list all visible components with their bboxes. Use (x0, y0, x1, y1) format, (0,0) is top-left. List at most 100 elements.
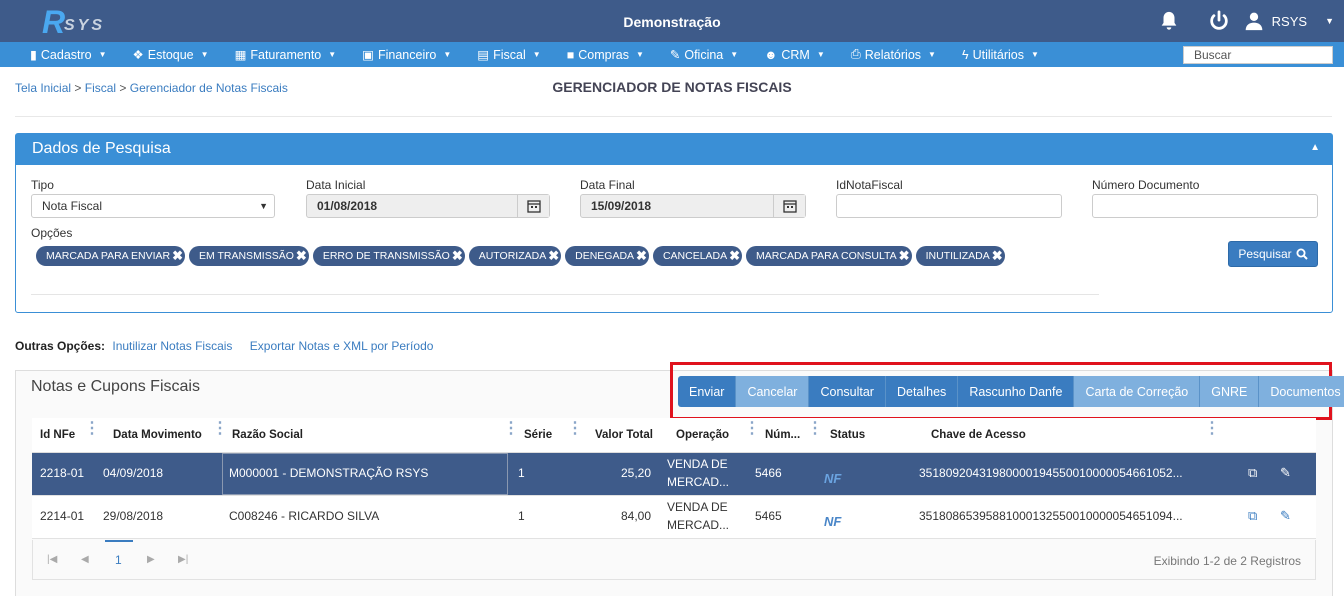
bell-icon[interactable] (1158, 10, 1180, 32)
outras-opcoes: Outras Opções: Inutilizar Notas Fiscais … (15, 339, 434, 353)
first-page-icon[interactable]: |◀ (47, 554, 57, 565)
nav-cadastro[interactable]: ▮ Cadastro ▼ (30, 47, 107, 63)
detalhes-button[interactable]: Detalhes (885, 376, 959, 407)
remove-tag-icon[interactable]: ✖ (296, 248, 307, 264)
nav-estoque[interactable]: ❖ Estoque ▼ (133, 47, 209, 63)
select-caret-icon: ▼ (259, 201, 268, 211)
col-razao-social[interactable]: Razão Social (232, 429, 303, 441)
col-valor-total[interactable]: Valor Total (595, 429, 653, 441)
column-menu-icon[interactable]: ⋮ (744, 421, 760, 437)
remove-tag-icon[interactable]: ✖ (636, 248, 647, 264)
copy-icon[interactable]: ⧉ (1248, 508, 1257, 524)
table-row[interactable]: 2218-01 04/09/2018 M000001 - DEMONSTRAÇÃ… (32, 453, 1316, 496)
table-header: Id NFe ⋮ Data Movimento ⋮ Razão Social ⋮… (32, 418, 1316, 453)
inutilizar-link[interactable]: Inutilizar Notas Fiscais (112, 339, 232, 353)
id-nota-label: IdNotaFiscal (836, 178, 903, 192)
column-menu-icon[interactable]: ⋮ (212, 421, 228, 437)
col-serie[interactable]: Série (524, 429, 552, 441)
calendar-icon[interactable] (517, 195, 549, 217)
rascunho-danfe-button[interactable]: Rascunho Danfe (958, 376, 1075, 407)
remove-tag-icon[interactable]: ✖ (172, 248, 183, 264)
column-menu-icon[interactable]: ⋮ (1204, 421, 1220, 437)
nav-crm[interactable]: ☻ CRM ▼ (764, 48, 825, 62)
col-numero[interactable]: Núm... (765, 429, 800, 441)
user-name[interactable]: RSYS (1272, 14, 1307, 29)
carta-correcao-button[interactable]: Carta de Correção (1074, 376, 1201, 407)
id-nota-input[interactable] (836, 194, 1062, 218)
tipo-label: Tipo (31, 178, 54, 192)
nav-fiscal[interactable]: ▤ Fiscal ▼ (477, 47, 540, 63)
chevron-down-icon: ▼ (635, 50, 644, 59)
nav-relatorios[interactable]: ⎙ Relatórios ▼ (851, 47, 936, 62)
consultar-button[interactable]: Consultar (809, 376, 886, 407)
column-menu-icon[interactable]: ⋮ (84, 421, 100, 437)
tag-denegada[interactable]: DENEGADA ✖ (565, 246, 649, 266)
col-status[interactable]: Status (830, 429, 865, 441)
table-row[interactable]: 2214-01 29/08/2018 C008246 - RICARDO SIL… (32, 496, 1316, 539)
pesquisar-button[interactable]: Pesquisar (1228, 241, 1318, 267)
data-inicial-field[interactable]: 01/08/2018 (306, 194, 550, 218)
nav-financeiro[interactable]: ▣ Financeiro ▼ (362, 47, 451, 63)
calendar-icon[interactable] (773, 195, 805, 217)
grid-title: Notas e Cupons Fiscais (31, 378, 200, 395)
col-operacao[interactable]: Operação (676, 429, 729, 441)
chevron-down-icon: ▼ (200, 50, 209, 59)
remove-tag-icon[interactable]: ✖ (899, 248, 910, 264)
users-icon: ☻ (764, 47, 778, 62)
col-chave-acesso[interactable]: Chave de Acesso (931, 429, 1026, 441)
exportar-link[interactable]: Exportar Notas e XML por Período (250, 339, 434, 353)
tag-marcada-consulta[interactable]: MARCADA PARA CONSULTA ✖ (746, 246, 912, 266)
nav-utilitarios[interactable]: ϟ Utilitários ▼ (962, 48, 1039, 62)
column-menu-icon[interactable]: ⋮ (503, 421, 519, 437)
book-icon: ▮ (30, 48, 37, 62)
active-page-indicator (105, 540, 133, 542)
top-bar: R SYS Demonstração RSYS ▼ (0, 0, 1344, 42)
nfe-status-icon: NF (824, 471, 842, 486)
tag-autorizada[interactable]: AUTORIZADA ✖ (468, 246, 562, 266)
tag-em-transmissao[interactable]: EM TRANSMISSÃO ✖ (189, 246, 309, 266)
documentos-button[interactable]: Documentos (1259, 376, 1344, 407)
gnre-button[interactable]: GNRE (1200, 376, 1260, 407)
col-data-movimento[interactable]: Data Movimento (113, 429, 202, 441)
nav-oficina[interactable]: ✎ Oficina ▼ (670, 47, 738, 63)
nav-compras[interactable]: ■ Compras ▼ (567, 48, 644, 62)
tipo-select[interactable]: Nota Fiscal ▼ (31, 194, 275, 218)
next-page-icon[interactable]: ▶ (147, 554, 155, 565)
panel-divider (31, 294, 1099, 295)
status-tags: MARCADA PARA ENVIAR ✖ EM TRANSMISSÃO ✖ ERR… (36, 246, 1005, 266)
numero-doc-input[interactable] (1092, 194, 1318, 218)
page-title: GERENCIADOR DE NOTAS FISCAIS (552, 79, 792, 95)
remove-tag-icon[interactable]: ✖ (992, 248, 1003, 264)
last-page-icon[interactable]: ▶| (178, 554, 188, 565)
search-panel-header[interactable]: Dados de Pesquisa ▲ (16, 134, 1332, 165)
column-menu-icon[interactable]: ⋮ (567, 421, 583, 437)
remove-tag-icon[interactable]: ✖ (548, 248, 559, 264)
page-number[interactable]: 1 (115, 553, 122, 567)
edit-icon[interactable]: ✎ (1280, 508, 1291, 524)
tag-cancelada[interactable]: CANCELADA ✖ (652, 246, 743, 266)
user-icon[interactable] (1244, 11, 1264, 31)
truck-icon: ■ (566, 47, 575, 62)
copy-icon[interactable]: ⧉ (1248, 465, 1257, 481)
column-menu-icon[interactable]: ⋮ (807, 421, 823, 437)
tag-inutilizada[interactable]: INUTILIZADA ✖ (915, 246, 1005, 266)
notas-table: Id NFe ⋮ Data Movimento ⋮ Razão Social ⋮… (32, 418, 1316, 539)
cancelar-button[interactable]: Cancelar (736, 376, 810, 407)
power-icon[interactable] (1208, 10, 1230, 32)
search-panel: Dados de Pesquisa ▲ Tipo Nota Fiscal ▼ D… (15, 133, 1333, 313)
data-final-field[interactable]: 15/09/2018 (580, 194, 806, 218)
tag-marcada-enviar[interactable]: MARCADA PARA ENVIAR ✖ (36, 246, 185, 266)
remove-tag-icon[interactable]: ✖ (452, 248, 463, 264)
prev-page-icon[interactable]: ◀ (81, 554, 89, 565)
search-input[interactable]: Buscar (1183, 46, 1333, 64)
nfe-status-icon: NF (824, 514, 842, 529)
nav-faturamento[interactable]: ▦ Faturamento ▼ (235, 47, 337, 63)
col-id-nfe[interactable]: Id NFe (40, 429, 75, 441)
caret-down-icon[interactable]: ▼ (1325, 16, 1334, 26)
remove-tag-icon[interactable]: ✖ (729, 248, 740, 264)
enviar-button[interactable]: Enviar (678, 376, 737, 407)
chevron-down-icon: ▼ (328, 50, 337, 59)
collapse-icon[interactable]: ▲ (1310, 142, 1320, 153)
tag-erro-transmissao[interactable]: ERRO DE TRANSMISSÃO ✖ (312, 246, 465, 266)
edit-icon[interactable]: ✎ (1280, 465, 1291, 481)
